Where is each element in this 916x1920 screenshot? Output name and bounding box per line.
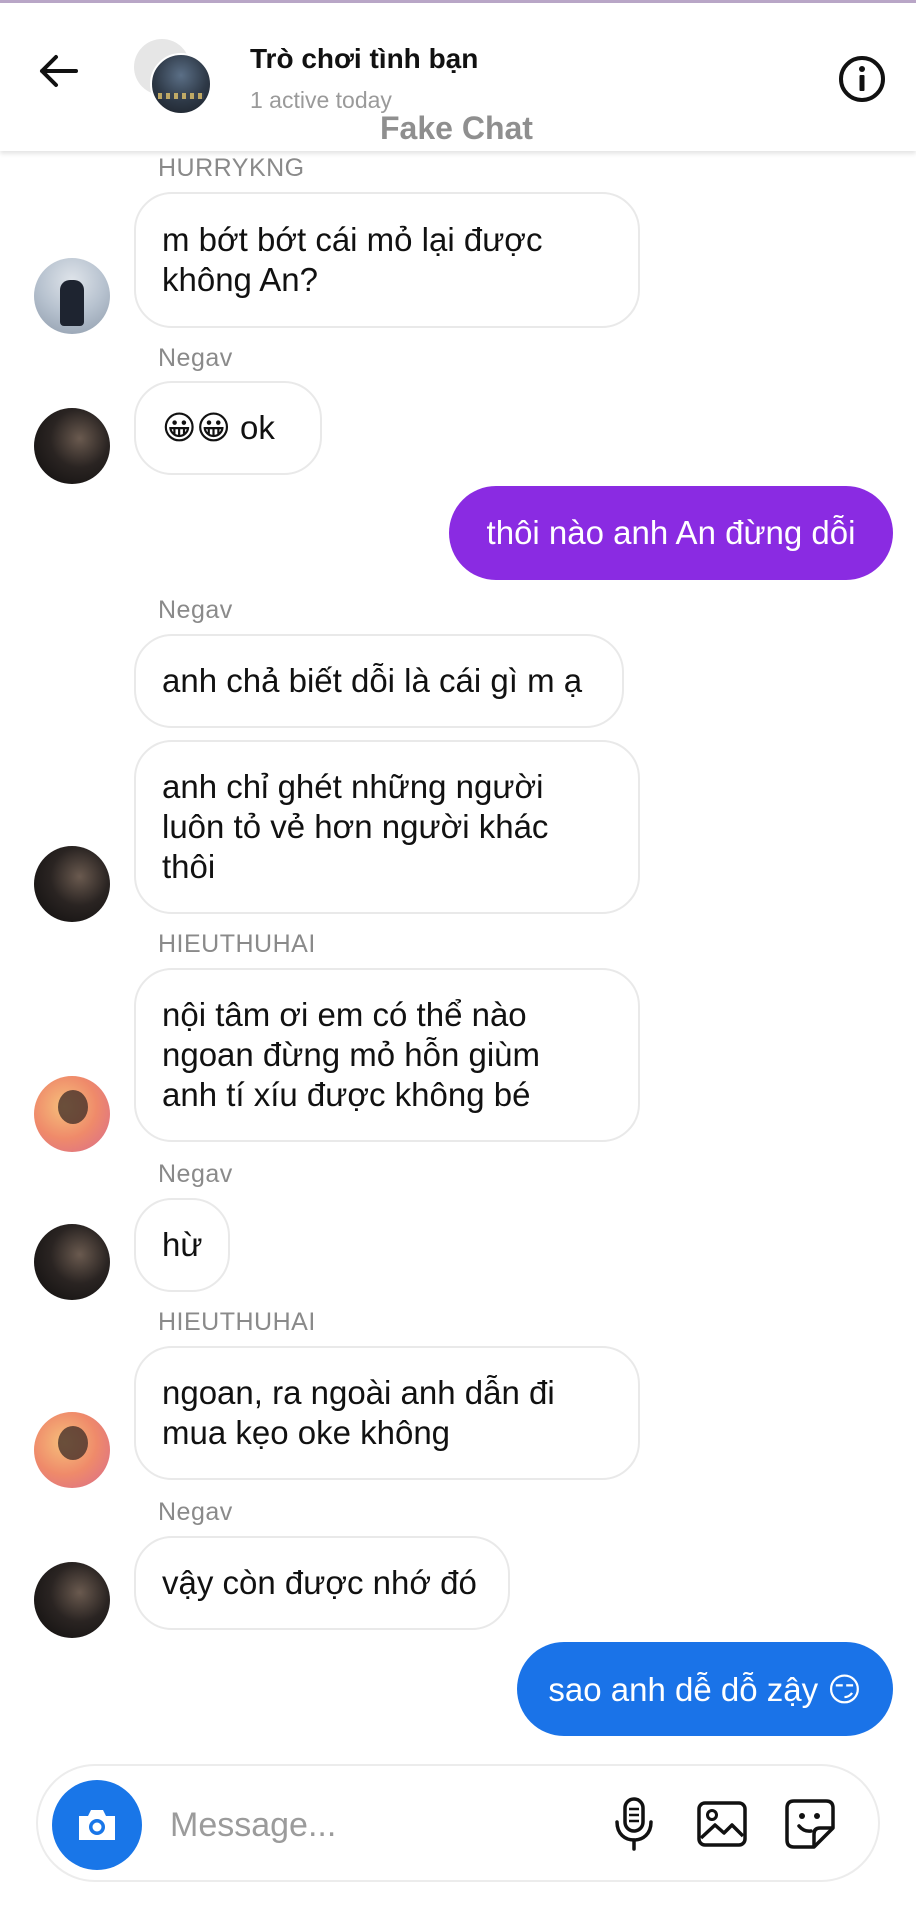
message-text: mua kẹo oke không [162, 1414, 451, 1451]
message-text: nội tâm ơi em có thể nào [162, 996, 527, 1033]
message-text: anh chả biết dỗi là cái gì m ạ [162, 662, 583, 699]
avatar-hurrykng[interactable] [34, 258, 110, 334]
message-text: ngoan, ra ngoài anh dẫn đi [162, 1374, 555, 1411]
sticker-icon [785, 1799, 835, 1849]
sender-name: HIEUTHUHAI [158, 930, 316, 958]
sender-name: HURRYKNG [158, 154, 305, 182]
avatar-negav[interactable] [34, 1224, 110, 1300]
message-text: ngoan đừng mỏ hỗn giùm [162, 1036, 541, 1073]
message-text: luôn tỏ vẻ hơn người khác [162, 808, 549, 845]
message-input[interactable] [168, 1800, 452, 1850]
message-text: anh chỉ ghét những người [162, 768, 544, 805]
message-bubble[interactable]: ngoan, ra ngoài anh dẫn đi mua kẹo oke k… [134, 1346, 640, 1480]
message-text: thôi [162, 848, 216, 885]
sender-name: Negav [158, 1160, 233, 1188]
avatar-negav[interactable] [34, 1562, 110, 1638]
gallery-button[interactable] [692, 1794, 752, 1854]
message-bubble[interactable]: nội tâm ơi em có thể nào ngoan đừng mỏ h… [134, 968, 640, 1142]
message-text: anh tí xíu được không bé [162, 1076, 531, 1113]
avatar-hieuthuhai[interactable] [34, 1412, 110, 1488]
sender-name: Negav [158, 344, 233, 372]
sticker-button[interactable] [780, 1794, 840, 1854]
image-icon [697, 1801, 747, 1847]
sender-name: Negav [158, 596, 233, 624]
voice-button[interactable] [604, 1794, 664, 1854]
message-bubble[interactable]: anh chỉ ghét những người luôn tỏ vẻ hơn … [134, 740, 640, 914]
microphone-icon [615, 1797, 653, 1851]
message-bubble[interactable]: m bớt bớt cái mỏ lại được không An? [134, 192, 640, 328]
message-bubble[interactable]: vậy còn được nhớ đó [134, 1536, 510, 1630]
info-button[interactable] [834, 51, 890, 107]
arrow-left-icon [40, 55, 78, 87]
camera-button[interactable] [52, 1780, 142, 1870]
message-composer [36, 1764, 880, 1882]
watermark: Fake Chat [380, 110, 533, 146]
info-icon [839, 56, 885, 102]
sender-name: HIEUTHUHAI [158, 1308, 316, 1336]
message-text: vậy còn được nhớ đó [162, 1564, 477, 1601]
outgoing-message[interactable]: sao anh dễ dỗ zậy 😏 [517, 1642, 893, 1736]
message-bubble[interactable]: hừ [134, 1198, 230, 1292]
conversation-title[interactable]: Trò chơi tình bạn [250, 43, 478, 75]
avatar-negav[interactable] [34, 846, 110, 922]
message-text: 😀😀 ok [162, 409, 275, 446]
message-text: không An? [162, 261, 318, 298]
message-text: m bớt bớt cái mỏ lại được [162, 221, 543, 258]
camera-icon [79, 1810, 115, 1840]
message-text: hừ [162, 1226, 203, 1263]
sender-name: Negav [158, 1498, 233, 1526]
avatar-hieuthuhai[interactable] [34, 1076, 110, 1152]
back-button[interactable] [30, 43, 86, 99]
active-status: 1 active today [250, 87, 392, 113]
avatar-negav[interactable] [34, 408, 110, 484]
message-bubble[interactable]: anh chả biết dỗi là cái gì m ạ [134, 634, 624, 728]
outgoing-message[interactable]: thôi nào anh An đừng dỗi [449, 486, 893, 580]
group-avatar[interactable] [134, 37, 212, 115]
message-bubble[interactable]: 😀😀 ok [134, 381, 322, 475]
